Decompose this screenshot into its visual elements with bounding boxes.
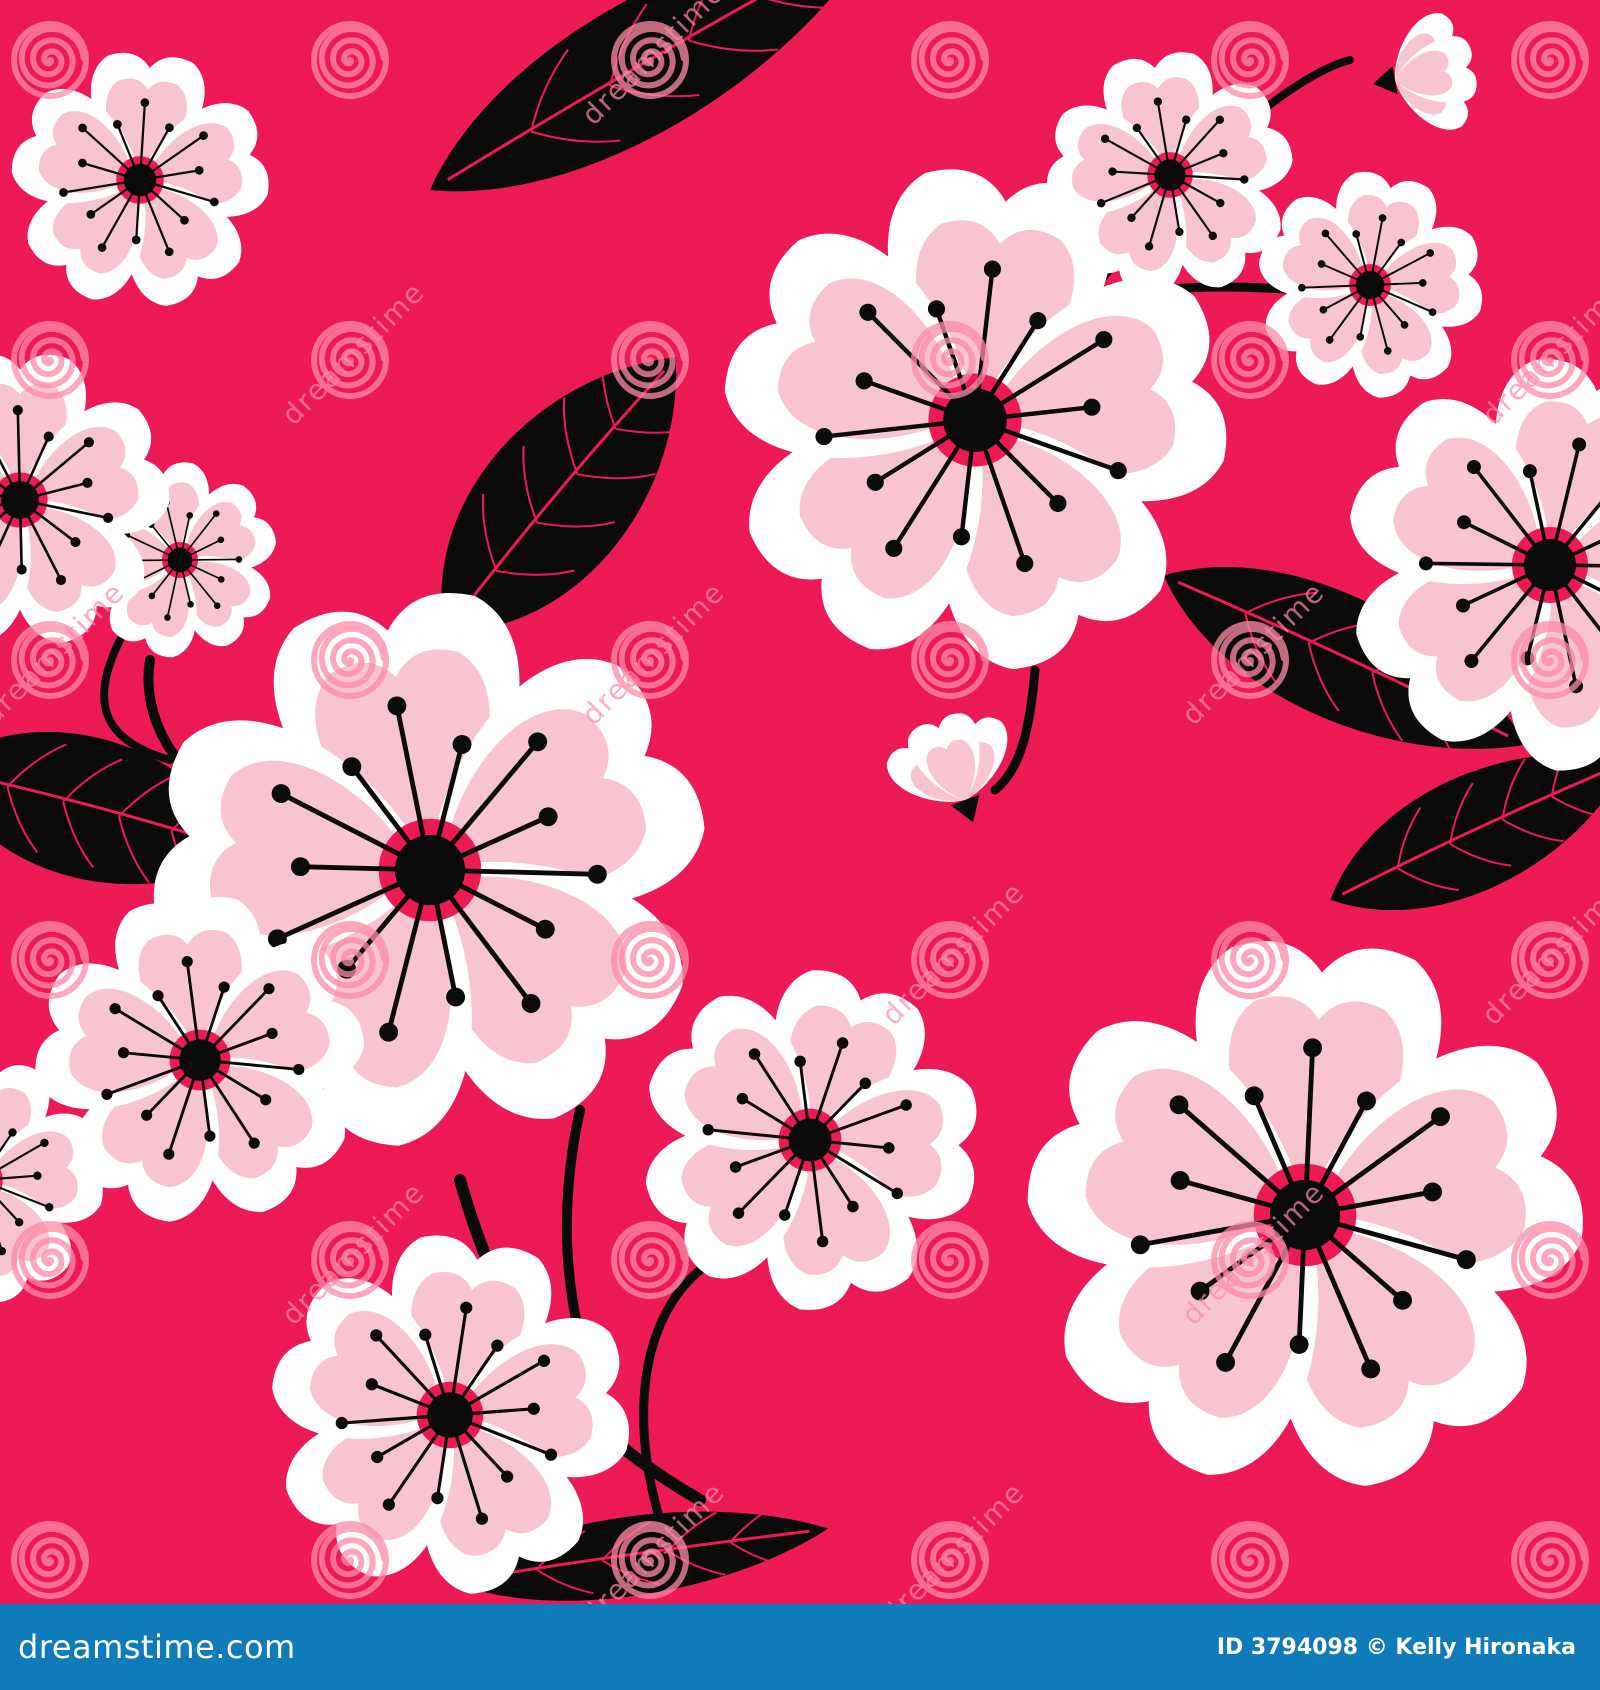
floral-pattern-canvas: dreamstime dreamstime dreamstime dreamstime…: [0, 0, 1600, 1604]
copyright-symbol: ©: [1365, 1634, 1388, 1660]
author-name: Kelly Hironaka: [1395, 1634, 1576, 1660]
image-id: ID 3794098: [1216, 1634, 1359, 1660]
anther: [82, 477, 93, 488]
footer-bar: dreamstime.com ID 3794098 © Kelly Hirona…: [0, 1604, 1600, 1690]
anther: [103, 512, 114, 523]
cherry-blossom-pattern: dreamstimedreamstimedreamstimedreamstime…: [0, 0, 1600, 1604]
anther: [43, 431, 54, 442]
anther: [83, 437, 94, 448]
anther: [16, 564, 27, 575]
footer-logo[interactable]: dreamstime.com: [18, 1628, 296, 1666]
anther: [70, 536, 81, 548]
anther: [55, 574, 67, 586]
stamen: [18, 499, 24, 570]
anther: [12, 405, 23, 416]
footer-credit: ID 3794098 © Kelly Hironaka: [1217, 1635, 1576, 1660]
